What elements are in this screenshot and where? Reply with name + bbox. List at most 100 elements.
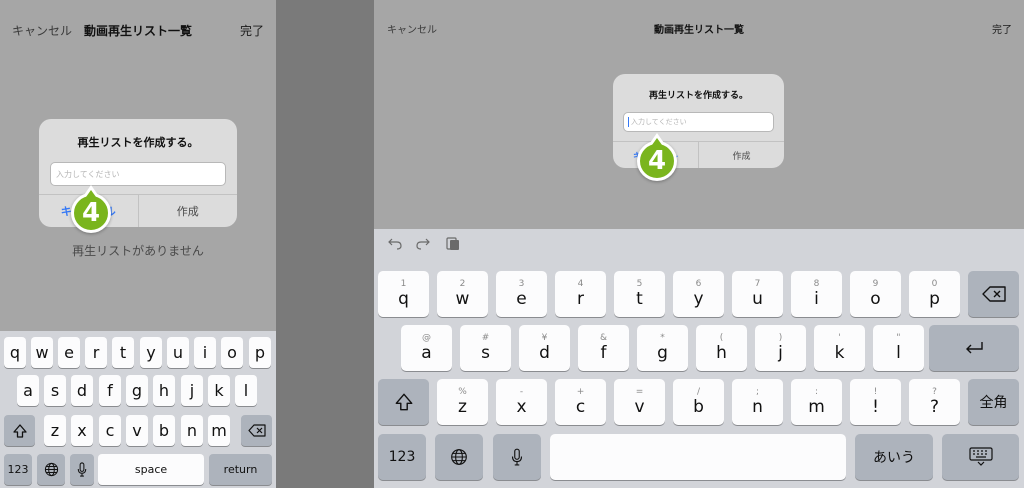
nav-cancel-button[interactable]: キャンセル (387, 21, 437, 36)
key-r[interactable]: r (85, 337, 107, 368)
shift-key[interactable] (378, 379, 429, 425)
globe-key[interactable] (37, 454, 65, 485)
key-i[interactable]: i (194, 337, 216, 368)
key-label: b (693, 397, 704, 417)
key-v[interactable]: = v (614, 379, 665, 425)
key-e[interactable]: 3e (496, 271, 547, 317)
key-label: ! (872, 397, 879, 417)
key-label: k (834, 343, 845, 363)
key-hint: 4 (577, 279, 584, 289)
key-t[interactable]: 5t (614, 271, 665, 317)
microphone-key[interactable] (70, 454, 94, 485)
key-e[interactable]: e (58, 337, 80, 368)
space-key[interactable] (550, 434, 846, 480)
nav-done-button[interactable]: 完了 (240, 22, 264, 39)
dialog-create-button[interactable]: 作成 (698, 142, 784, 168)
key-label: r (577, 289, 584, 309)
key-l[interactable]: l (235, 375, 257, 406)
key-c[interactable]: c (99, 415, 121, 446)
key-hint: = (635, 387, 644, 397)
microphone-key[interactable] (493, 434, 541, 480)
key-o[interactable]: 9o (850, 271, 901, 317)
key-hint: ¥ (541, 333, 548, 343)
key-j[interactable]: j (181, 375, 203, 406)
numbers-key[interactable]: 123 (378, 434, 426, 480)
key-v[interactable]: v (126, 415, 148, 446)
key-k[interactable]: ' k (814, 325, 865, 371)
key-question[interactable]: ?? (909, 379, 960, 425)
key-m[interactable]: :m (791, 379, 842, 425)
dialog-create-button[interactable]: 作成 (137, 195, 238, 227)
key-i[interactable]: 8i (791, 271, 842, 317)
key-b[interactable]: / b (673, 379, 724, 425)
key-z[interactable]: z (44, 415, 66, 446)
redo-icon[interactable] (416, 236, 430, 254)
space-key[interactable]: space (98, 454, 204, 485)
undo-icon[interactable] (388, 236, 402, 254)
key-t[interactable]: t (112, 337, 134, 368)
key-x[interactable]: x (71, 415, 93, 446)
input-placeholder: 入力してください (631, 118, 687, 126)
key-a[interactable]: a (17, 375, 39, 406)
key-r[interactable]: 4r (555, 271, 606, 317)
nav-cancel-button[interactable]: キャンセル (12, 22, 72, 39)
key-d[interactable]: ¥ d (519, 325, 570, 371)
nav-bar: キャンセル 動画再生リスト一覧 完了 (374, 0, 1024, 56)
key-o[interactable]: o (221, 337, 243, 368)
nav-done-button[interactable]: 完了 (992, 21, 1012, 36)
full-width-key[interactable]: 全角 (968, 379, 1019, 425)
key-s[interactable]: s (44, 375, 66, 406)
key-l[interactable]: " l (873, 325, 924, 371)
return-key[interactable] (929, 325, 1019, 371)
key-h[interactable]: h (153, 375, 175, 406)
kana-key[interactable]: あいう (855, 434, 933, 480)
key-g[interactable]: * g (637, 325, 688, 371)
key-y[interactable]: y (140, 337, 162, 368)
key-label: h (716, 343, 727, 363)
globe-key[interactable] (435, 434, 483, 480)
key-j[interactable]: ) j (755, 325, 806, 371)
shift-key[interactable] (4, 415, 35, 446)
key-z[interactable]: % z (437, 379, 488, 425)
key-w[interactable]: w (31, 337, 53, 368)
key-q[interactable]: q (4, 337, 26, 368)
dialog-buttons: キャンセル 作成 (39, 194, 237, 227)
key-k[interactable]: k (208, 375, 230, 406)
key-g[interactable]: g (126, 375, 148, 406)
key-hint: 2 (459, 279, 466, 289)
key-label: e (516, 289, 527, 309)
key-f[interactable]: f (99, 375, 121, 406)
key-exclamation[interactable]: !! (850, 379, 901, 425)
key-c[interactable]: + c (555, 379, 606, 425)
key-p[interactable]: 0p (909, 271, 960, 317)
key-b[interactable]: b (153, 415, 175, 446)
key-n[interactable]: n (181, 415, 203, 446)
key-h[interactable]: (h (696, 325, 747, 371)
key-a[interactable]: @ a (401, 325, 452, 371)
return-key[interactable]: return (209, 454, 272, 485)
key-q[interactable]: 1q (378, 271, 429, 317)
key-s[interactable]: # s (460, 325, 511, 371)
key-u[interactable]: u (167, 337, 189, 368)
key-f[interactable]: & f (578, 325, 629, 371)
key-y[interactable]: 6y (673, 271, 724, 317)
key-n[interactable]: ; n (732, 379, 783, 425)
key-w[interactable]: 2w (437, 271, 488, 317)
key-d[interactable]: d (71, 375, 93, 406)
key-x[interactable]: -x (496, 379, 547, 425)
hide-keyboard-key[interactable] (942, 434, 1019, 480)
delete-key[interactable] (968, 271, 1019, 317)
key-m[interactable]: m (208, 415, 230, 446)
delete-key[interactable] (241, 415, 272, 446)
key-hint: 5 (636, 279, 643, 289)
key-p[interactable]: p (249, 337, 271, 368)
microphone-icon (511, 448, 523, 466)
playlist-name-input[interactable]: 入力してください (50, 162, 226, 186)
paste-icon[interactable] (446, 236, 460, 255)
numbers-key[interactable]: 123 (4, 454, 32, 485)
key-hint: ? (932, 387, 937, 397)
key-label: d (539, 343, 550, 363)
playlist-name-input[interactable]: 入力してください (623, 112, 774, 132)
key-label: w (455, 289, 470, 309)
key-u[interactable]: 7u (732, 271, 783, 317)
